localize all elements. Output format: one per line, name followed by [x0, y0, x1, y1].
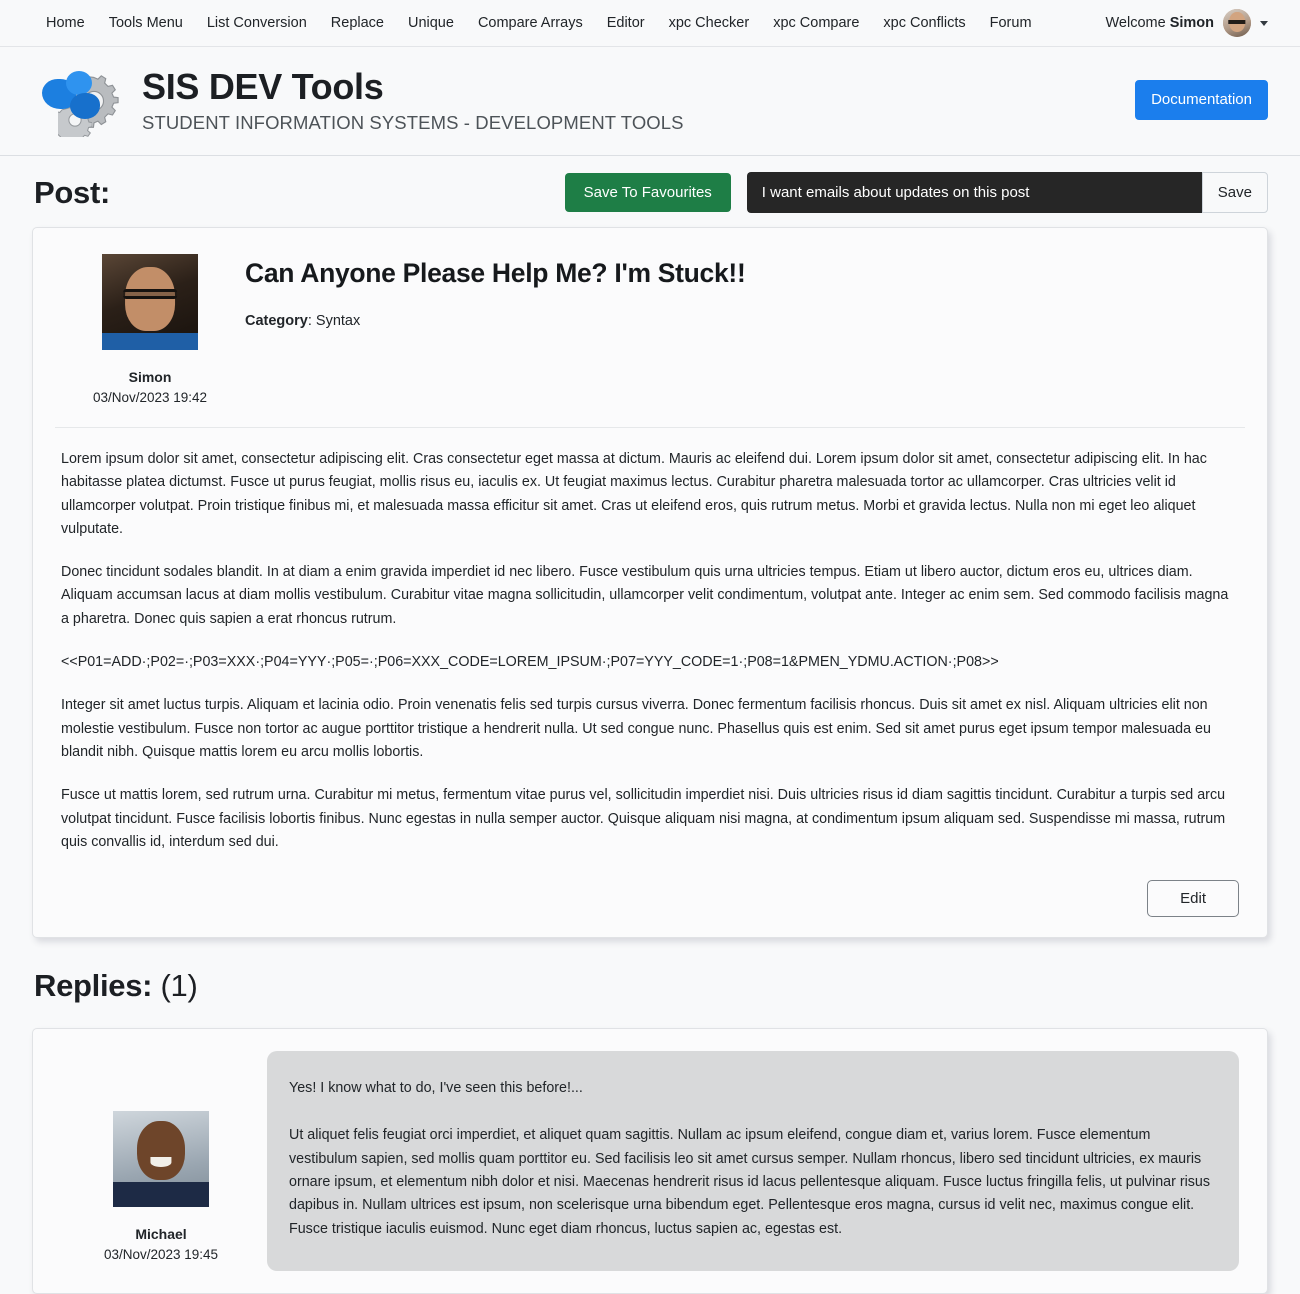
post-paragraph: Lorem ipsum dolor sit amet, consectetur …: [61, 451, 1207, 537]
brand-subtitle: STUDENT INFORMATION SYSTEMS - DEVELOPMEN…: [142, 112, 684, 134]
save-to-favourites-button[interactable]: Save To Favourites: [564, 173, 731, 212]
post-author-block: Simon 03/Nov/2023 19:42: [55, 252, 245, 405]
nav-item-replace[interactable]: Replace: [319, 12, 396, 35]
email-optin-label: I want emails about updates on this post: [746, 172, 1202, 213]
avatar: [102, 254, 198, 350]
nav-item-list-conversion[interactable]: List Conversion: [195, 12, 319, 35]
nav-item-xpc-compare[interactable]: xpc Compare: [761, 12, 871, 35]
edit-button[interactable]: Edit: [1147, 880, 1239, 918]
post-footer: Edit: [61, 874, 1239, 919]
reply-timestamp: 03/Nov/2023 19:45: [103, 1247, 219, 1263]
nav-item-xpc-checker[interactable]: xpc Checker: [657, 12, 762, 35]
nav-item-compare-arrays[interactable]: Compare Arrays: [466, 12, 595, 35]
post-code-snippet: <<P01=ADD·;P02=·;P03=XXX·;P04=YYY·;P05=·…: [61, 654, 999, 671]
post-title: Can Anyone Please Help Me? I'm Stuck!!: [245, 258, 746, 288]
reply-author-block: Michael 03/Nov/2023 19:45: [55, 1051, 267, 1262]
post-body: Lorem ipsum dolor sit amet, consectetur …: [55, 428, 1245, 919]
avatar-face-art: [102, 254, 198, 350]
reply-paragraph: Yes! I know what to do, I've seen this b…: [289, 1080, 583, 1097]
brand-left: SIS DEV Tools STUDENT INFORMATION SYSTEM…: [40, 61, 1135, 139]
brand-text: SIS DEV Tools STUDENT INFORMATION SYSTEM…: [142, 66, 684, 135]
nav-item-editor[interactable]: Editor: [595, 12, 657, 35]
chevron-down-icon[interactable]: [1260, 20, 1268, 26]
welcome-username: Simon: [1169, 15, 1214, 31]
page-root: Home Tools Menu List Conversion Replace …: [0, 0, 1300, 1294]
brand-title: SIS DEV Tools: [142, 65, 384, 107]
email-optin-group: I want emails about updates on this post…: [746, 172, 1268, 213]
avatar: [113, 1111, 209, 1208]
user-menu[interactable]: Welcome Simon: [1105, 9, 1268, 37]
save-button[interactable]: Save: [1201, 172, 1268, 213]
post-card: Simon 03/Nov/2023 19:42 Can Anyone Pleas…: [32, 227, 1268, 939]
post-category-label: Category: [245, 312, 308, 329]
top-navigation-bar: Home Tools Menu List Conversion Replace …: [0, 0, 1300, 47]
replies-count: (1): [160, 968, 198, 1004]
welcome-prefix: Welcome: [1105, 15, 1170, 31]
post-category-value: Syntax: [315, 312, 361, 329]
nav-item-xpc-conflicts[interactable]: xpc Conflicts: [871, 12, 977, 35]
post-paragraph: Donec tincidunt sodales blandit. In at d…: [61, 564, 1229, 627]
documentation-button[interactable]: Documentation: [1135, 80, 1268, 120]
post-author-name: Simon: [128, 369, 172, 385]
brand-header: SIS DEV Tools STUDENT INFORMATION SYSTEM…: [0, 47, 1300, 156]
nav-item-forum[interactable]: Forum: [978, 12, 1044, 35]
post-timestamp: 03/Nov/2023 19:42: [92, 390, 208, 405]
reply-card: Michael 03/Nov/2023 19:45 Yes! I know wh…: [32, 1028, 1268, 1294]
page-title: Post:: [34, 174, 111, 210]
replies-heading-label: Replies:: [34, 968, 153, 1004]
post-paragraph: Fusce ut mattis lorem, sed rutrum urna. …: [61, 787, 1226, 850]
post-category: Category: Syntax: [245, 312, 361, 329]
post-paragraph: Integer sit amet luctus turpis. Aliquam …: [61, 697, 1211, 760]
avatar-face-art: [1223, 9, 1251, 37]
avatar[interactable]: [1223, 9, 1251, 37]
welcome-text: Welcome Simon: [1105, 15, 1214, 31]
replies-heading: Replies: (1): [0, 938, 1300, 1028]
post-action-bar: Post: Save To Favourites I want emails a…: [0, 156, 1300, 227]
nav-item-unique[interactable]: Unique: [396, 12, 466, 35]
nav-links: Home Tools Menu List Conversion Replace …: [40, 12, 1105, 35]
nav-item-tools-menu[interactable]: Tools Menu: [97, 12, 195, 35]
reply-author-name: Michael: [135, 1226, 187, 1243]
post-title-block: Can Anyone Please Help Me? I'm Stuck!! C…: [245, 252, 1245, 329]
reply-body: Yes! I know what to do, I've seen this b…: [267, 1051, 1239, 1271]
reply-paragraph: Ut aliquet felis feugiat orci imperdiet,…: [289, 1127, 1211, 1237]
post-header: Simon 03/Nov/2023 19:42 Can Anyone Pleas…: [55, 252, 1245, 428]
nav-item-home[interactable]: Home: [40, 12, 97, 35]
gears-logo-icon: [40, 61, 128, 139]
avatar-face-art: [113, 1111, 209, 1208]
